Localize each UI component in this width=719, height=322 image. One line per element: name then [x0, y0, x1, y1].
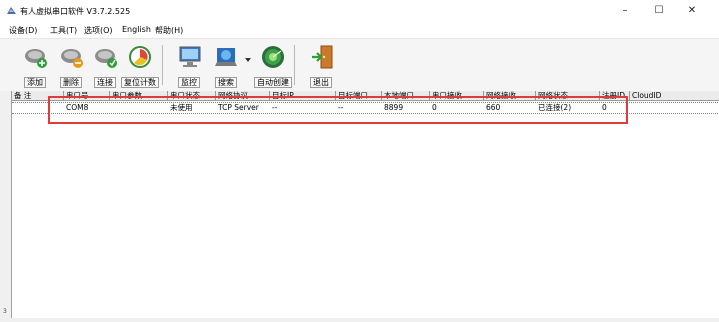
reset-counter-icon — [129, 46, 151, 68]
add-device-icon — [25, 49, 47, 68]
connect-button-label: 连接 — [94, 77, 116, 88]
minimize-button[interactable]: – — [615, 4, 635, 18]
reset-counter-button[interactable]: 复位计数 — [121, 42, 159, 88]
maximize-button[interactable]: ☐ — [649, 4, 669, 18]
cell-cloud-id — [630, 103, 719, 113]
monitor-button-label: 监控 — [178, 77, 200, 88]
delete-button[interactable]: 删除 — [56, 42, 86, 88]
monitor-icon — [179, 46, 201, 67]
status-bar — [0, 318, 719, 322]
search-button-label: 搜索 — [215, 77, 237, 88]
exit-button-label: 退出 — [310, 77, 332, 88]
highlight-box — [48, 96, 628, 124]
search-button[interactable]: 搜索 — [211, 42, 241, 88]
menu-english[interactable]: English — [122, 25, 151, 34]
connect-icon — [95, 49, 117, 68]
add-button-label: 添加 — [24, 77, 46, 88]
menu-tools[interactable]: 工具(T) — [50, 25, 77, 36]
toolbar-separator — [294, 45, 295, 85]
delete-button-label: 删除 — [60, 77, 82, 88]
auto-create-button-label: 自动创建 — [254, 77, 292, 88]
chevron-down-icon[interactable] — [245, 58, 251, 63]
menu-options[interactable]: 选项(O) — [84, 25, 113, 36]
toolbar: 添加 删除 连接 复位计数 监控 搜索 自动创建 退出 — [0, 38, 719, 92]
column-header[interactable]: CloudID — [630, 91, 719, 100]
exit-icon — [312, 45, 333, 69]
menu-device[interactable]: 设备(D) — [9, 25, 37, 36]
edge-marker: 3 — [3, 308, 7, 315]
exit-button[interactable]: 退出 — [306, 42, 336, 88]
toolbar-separator — [162, 45, 163, 85]
auto-create-button[interactable]: 自动创建 — [254, 42, 292, 88]
connect-button[interactable]: 连接 — [90, 42, 120, 88]
monitor-button[interactable]: 监控 — [174, 42, 204, 88]
search-icon — [215, 48, 237, 66]
app-logo-icon — [7, 7, 16, 14]
port-table[interactable]: 备 注 串口号 串口参数 串口状态 网络协议 目标IP 目标端口 本地端口 串口… — [11, 91, 719, 319]
menu-bar: 设备(D) 工具(T) 选项(O) English 帮助(H) — [0, 22, 719, 38]
remove-device-icon — [61, 49, 83, 68]
reset-counter-button-label: 复位计数 — [121, 77, 159, 88]
add-button[interactable]: 添加 — [20, 42, 50, 88]
menu-help[interactable]: 帮助(H) — [155, 25, 183, 36]
left-edge — [0, 91, 11, 318]
window-title: 有人虚拟串口软件 V3.7.2.525 — [20, 7, 131, 16]
close-button[interactable]: ✕ — [682, 4, 702, 18]
auto-create-icon — [262, 46, 284, 68]
title-bar: 有人虚拟串口软件 V3.7.2.525 – ☐ ✕ — [0, 0, 719, 22]
